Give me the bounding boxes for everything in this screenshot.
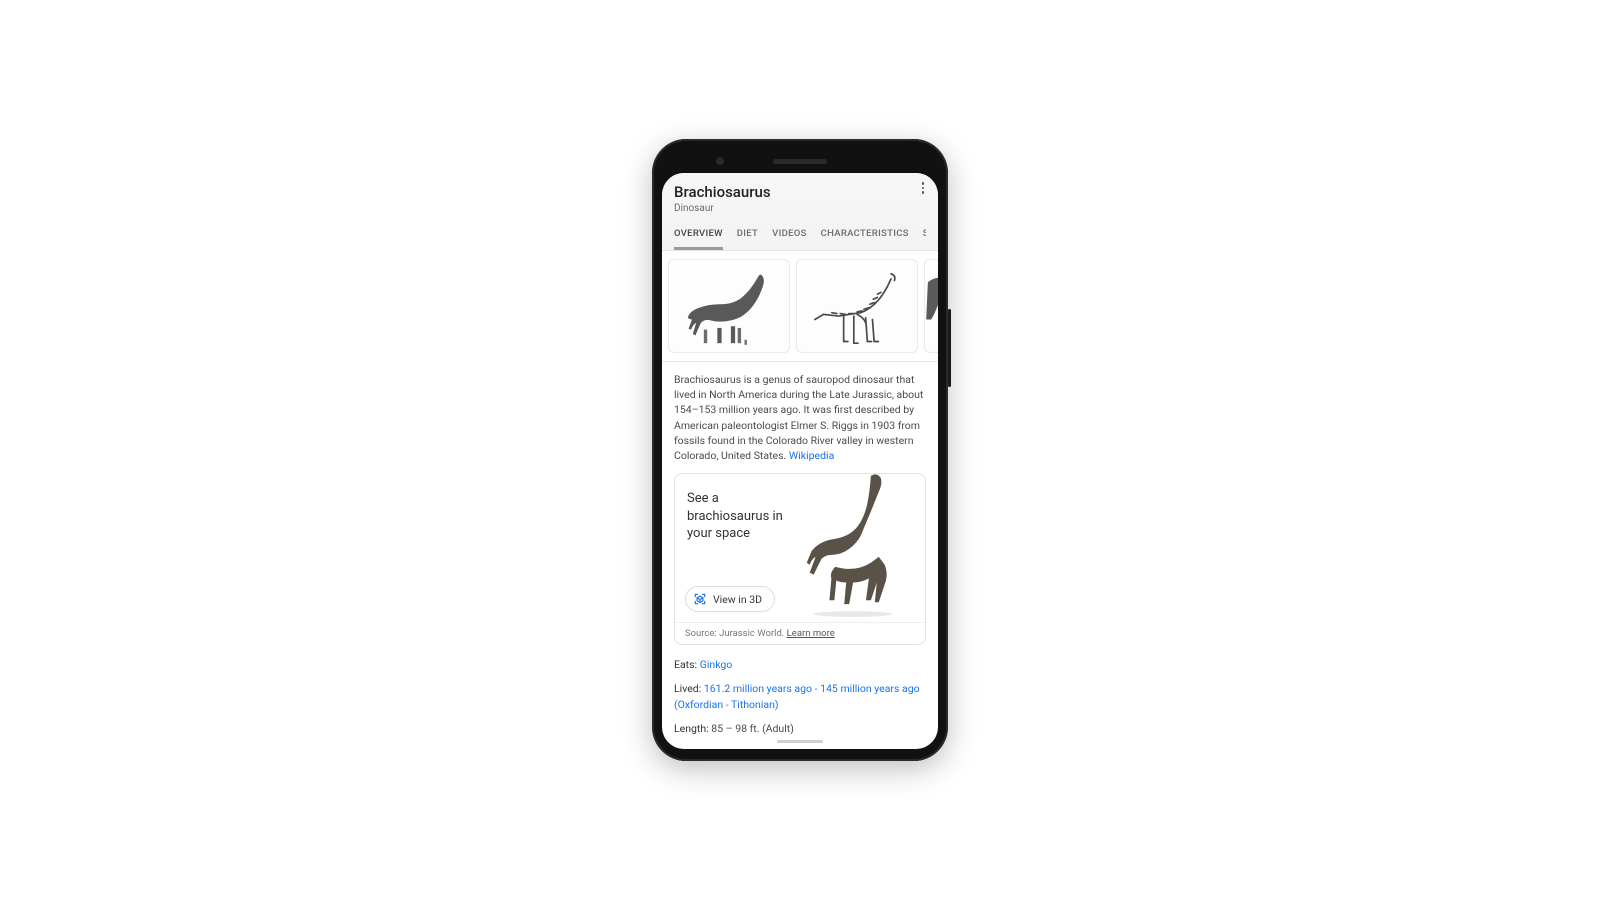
image-thumbnail[interactable] (796, 259, 918, 353)
screen: Brachiosaurus Dinosaur OVERVIEW DIET VID… (662, 173, 938, 749)
fact-label: Eats: (674, 658, 697, 671)
tab-bar: OVERVIEW DIET VIDEOS CHARACTERISTICS SOU… (674, 228, 926, 250)
phone-side-button (948, 309, 951, 387)
tab-overview[interactable]: OVERVIEW (674, 228, 723, 250)
page-title: Brachiosaurus (674, 183, 926, 201)
fact-text: 161.2 million years ago - 145 million ye… (704, 682, 920, 695)
home-indicator[interactable] (777, 740, 823, 743)
dinosaur-3d-preview-icon (801, 473, 921, 618)
image-thumbnail-partial[interactable] (924, 259, 938, 353)
description: Brachiosaurus is a genus of sauropod din… (674, 372, 926, 463)
phone-frame: Brachiosaurus Dinosaur OVERVIEW DIET VID… (652, 139, 948, 761)
tab-diet[interactable]: DIET (737, 228, 758, 250)
knowledge-panel-header: Brachiosaurus Dinosaur OVERVIEW DIET VID… (662, 173, 938, 250)
dinosaur-partial-icon (926, 267, 938, 352)
content-area: Brachiosaurus is a genus of sauropod din… (662, 372, 938, 740)
tab-characteristics[interactable]: CHARACTERISTICS (821, 228, 909, 250)
fact-link[interactable]: Ginkgo (700, 658, 733, 671)
image-carousel[interactable] (662, 251, 938, 361)
fact-label: Lived: (674, 682, 701, 695)
ar-cube-icon (693, 592, 707, 606)
more-icon[interactable] (916, 181, 930, 195)
phone-speaker (773, 159, 827, 164)
ar-card-footer: Source: Jurassic World. Learn more (675, 622, 925, 644)
description-source-link[interactable]: Wikipedia (789, 449, 834, 462)
phone-camera (716, 157, 724, 165)
tab-videos[interactable]: VIDEOS (772, 228, 807, 250)
divider (662, 361, 938, 362)
dinosaur-silhouette-icon (674, 267, 784, 352)
fact-eats: Eats: Ginkgo (674, 653, 926, 677)
ar-card-main: See a brachiosaurus in your space (675, 474, 925, 622)
tab-sounds[interactable]: SOUNDS (923, 228, 926, 250)
facts-list: Eats: Ginkgo Lived: 161.2 million years … (674, 653, 926, 740)
ar-source-text: Source: Jurassic World. (685, 628, 787, 639)
dinosaur-skeleton-icon (802, 267, 912, 352)
page-subtitle: Dinosaur (674, 203, 926, 214)
fact-label: Length: (674, 722, 709, 735)
view-in-3d-label: View in 3D (713, 593, 762, 606)
fact-lived: Lived: 161.2 million years ago - 145 mil… (674, 677, 926, 717)
view-in-3d-button[interactable]: View in 3D (685, 586, 775, 612)
fact-length: Length: 85 – 98 ft. (Adult) (674, 717, 926, 741)
fact-text: 85 – 98 ft. (Adult) (711, 722, 794, 735)
learn-more-link[interactable]: Learn more (787, 628, 835, 639)
fact-link[interactable]: (Oxfordian - Tithonian) (674, 698, 779, 711)
image-thumbnail[interactable] (668, 259, 790, 353)
ar-card: See a brachiosaurus in your space (674, 473, 926, 645)
